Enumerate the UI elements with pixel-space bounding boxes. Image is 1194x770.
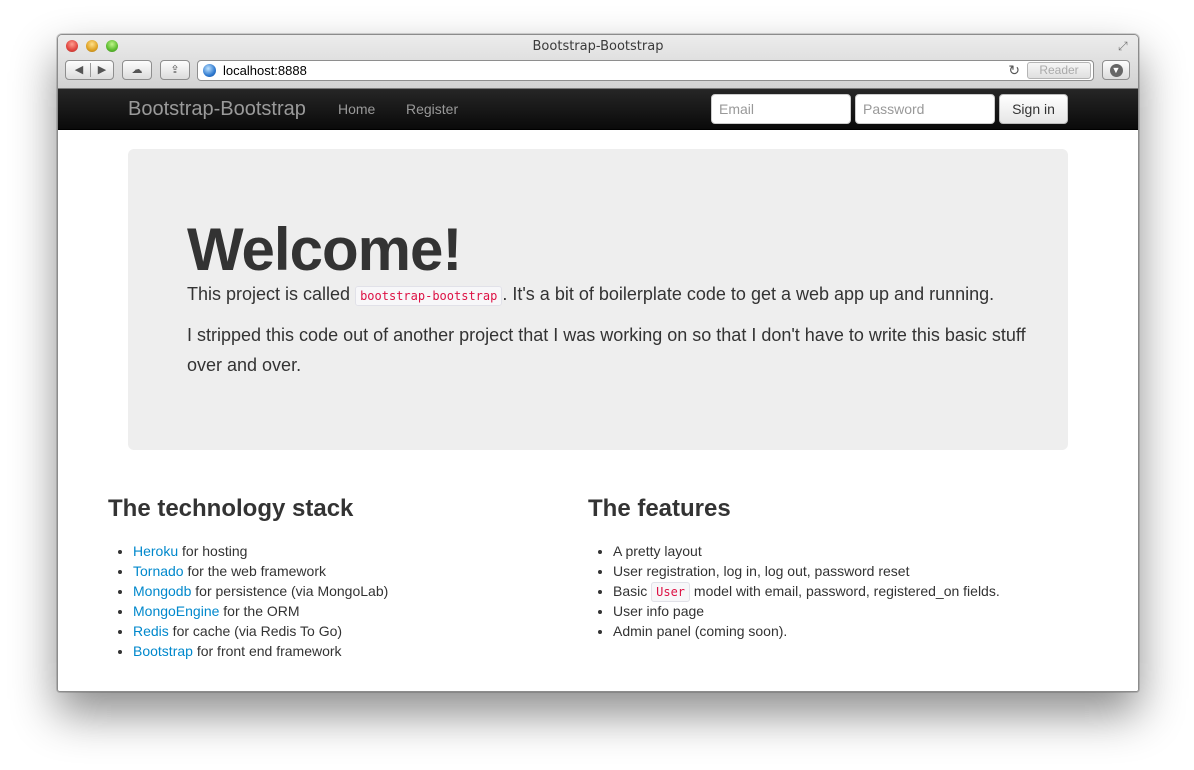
tornado-link[interactable]: Tornado bbox=[133, 563, 184, 579]
list-item-text: model with email, password, registered_o… bbox=[690, 583, 1000, 599]
reader-button[interactable]: Reader bbox=[1027, 62, 1091, 79]
list-item: Admin panel (coming soon). bbox=[613, 621, 1000, 641]
hero-unit: Welcome! This project is called bootstra… bbox=[128, 149, 1068, 450]
hero-intro-text-before: This project is called bbox=[187, 284, 356, 304]
list-item-text: for front end framework bbox=[192, 643, 342, 659]
globe-icon bbox=[203, 64, 216, 77]
browser-toolbar: Bootstrap-Bootstrap ⤢ ◀ ▶ ☁ ⇪ localhost:… bbox=[58, 35, 1138, 89]
site-navbar: Bootstrap-Bootstrap Home Register Sign i… bbox=[58, 89, 1138, 130]
address-bar[interactable]: localhost:8888 ↻ Reader bbox=[197, 60, 1094, 81]
hero-intro: This project is called bootstrap-bootstr… bbox=[187, 279, 1027, 311]
downloads-button[interactable]: ▼ bbox=[1102, 60, 1130, 80]
list-item: User registration, log in, log out, pass… bbox=[613, 561, 1000, 581]
list-item-text: for persistence (via MongoLab) bbox=[191, 583, 389, 599]
address-text[interactable]: localhost:8888 bbox=[223, 63, 307, 78]
list-item: Redis for cache (via Redis To Go) bbox=[133, 621, 388, 641]
nav-home-link[interactable]: Home bbox=[338, 101, 375, 117]
sign-in-button[interactable]: Sign in bbox=[999, 94, 1068, 124]
mongoengine-link[interactable]: MongoEngine bbox=[133, 603, 219, 619]
project-name-code: bootstrap-bootstrap bbox=[355, 286, 503, 306]
brand-link[interactable]: Bootstrap-Bootstrap bbox=[128, 98, 306, 121]
features-list: A pretty layout User registration, log i… bbox=[588, 541, 1000, 641]
share-button[interactable]: ⇪ bbox=[160, 60, 190, 80]
hero-description: I stripped this code out of another proj… bbox=[187, 325, 1026, 375]
share-icon: ⇪ bbox=[170, 64, 180, 76]
fullscreen-icon[interactable]: ⤢ bbox=[1118, 39, 1132, 53]
list-item-text: for the web framework bbox=[183, 563, 326, 579]
back-arrow-icon[interactable]: ◀ bbox=[69, 61, 89, 79]
list-item: Tornado for the web framework bbox=[133, 561, 388, 581]
icloud-tabs-button[interactable]: ☁ bbox=[122, 60, 152, 80]
list-item-text: for hosting bbox=[178, 543, 248, 559]
stack-list: Heroku for hosting Tornado for the web f… bbox=[108, 541, 388, 661]
divider bbox=[90, 63, 91, 77]
download-icon: ▼ bbox=[1109, 64, 1123, 77]
redis-link[interactable]: Redis bbox=[133, 623, 169, 639]
list-item-text: for cache (via Redis To Go) bbox=[168, 623, 343, 639]
stack-heading: The technology stack bbox=[108, 495, 354, 522]
list-item: Bootstrap for front end framework bbox=[133, 641, 388, 661]
heroku-link[interactable]: Heroku bbox=[133, 543, 178, 559]
password-input[interactable] bbox=[855, 94, 995, 124]
forward-arrow-icon[interactable]: ▶ bbox=[92, 61, 112, 79]
nav-register-link[interactable]: Register bbox=[406, 101, 458, 117]
list-item: Mongodb for persistence (via MongoLab) bbox=[133, 581, 388, 601]
reload-icon[interactable]: ↻ bbox=[1008, 62, 1020, 79]
email-input[interactable] bbox=[711, 94, 851, 124]
list-item: Basic User model with email, password, r… bbox=[613, 581, 1000, 602]
bootstrap-link[interactable]: Bootstrap bbox=[133, 643, 193, 659]
list-item: User info page bbox=[613, 601, 1000, 621]
page-viewport: Bootstrap-Bootstrap Home Register Sign i… bbox=[58, 89, 1138, 691]
window-title: Bootstrap-Bootstrap bbox=[532, 39, 664, 54]
user-model-code: User bbox=[651, 582, 691, 602]
browser-window: Bootstrap-Bootstrap ⤢ ◀ ▶ ☁ ⇪ localhost:… bbox=[57, 34, 1139, 692]
hero-intro-text-after: . It's a bit of boilerplate code to get … bbox=[502, 284, 995, 304]
mongodb-link[interactable]: Mongodb bbox=[133, 583, 191, 599]
list-item: Heroku for hosting bbox=[133, 541, 388, 561]
features-heading: The features bbox=[588, 495, 731, 522]
hero-heading: Welcome! bbox=[187, 216, 462, 283]
cloud-icon: ☁ bbox=[131, 64, 143, 76]
list-item-text: for the ORM bbox=[219, 603, 300, 619]
back-forward-buttons: ◀ ▶ bbox=[65, 60, 114, 80]
list-item-text: Basic bbox=[613, 583, 652, 599]
list-item: A pretty layout bbox=[613, 541, 1000, 561]
list-item: MongoEngine for the ORM bbox=[133, 601, 388, 621]
